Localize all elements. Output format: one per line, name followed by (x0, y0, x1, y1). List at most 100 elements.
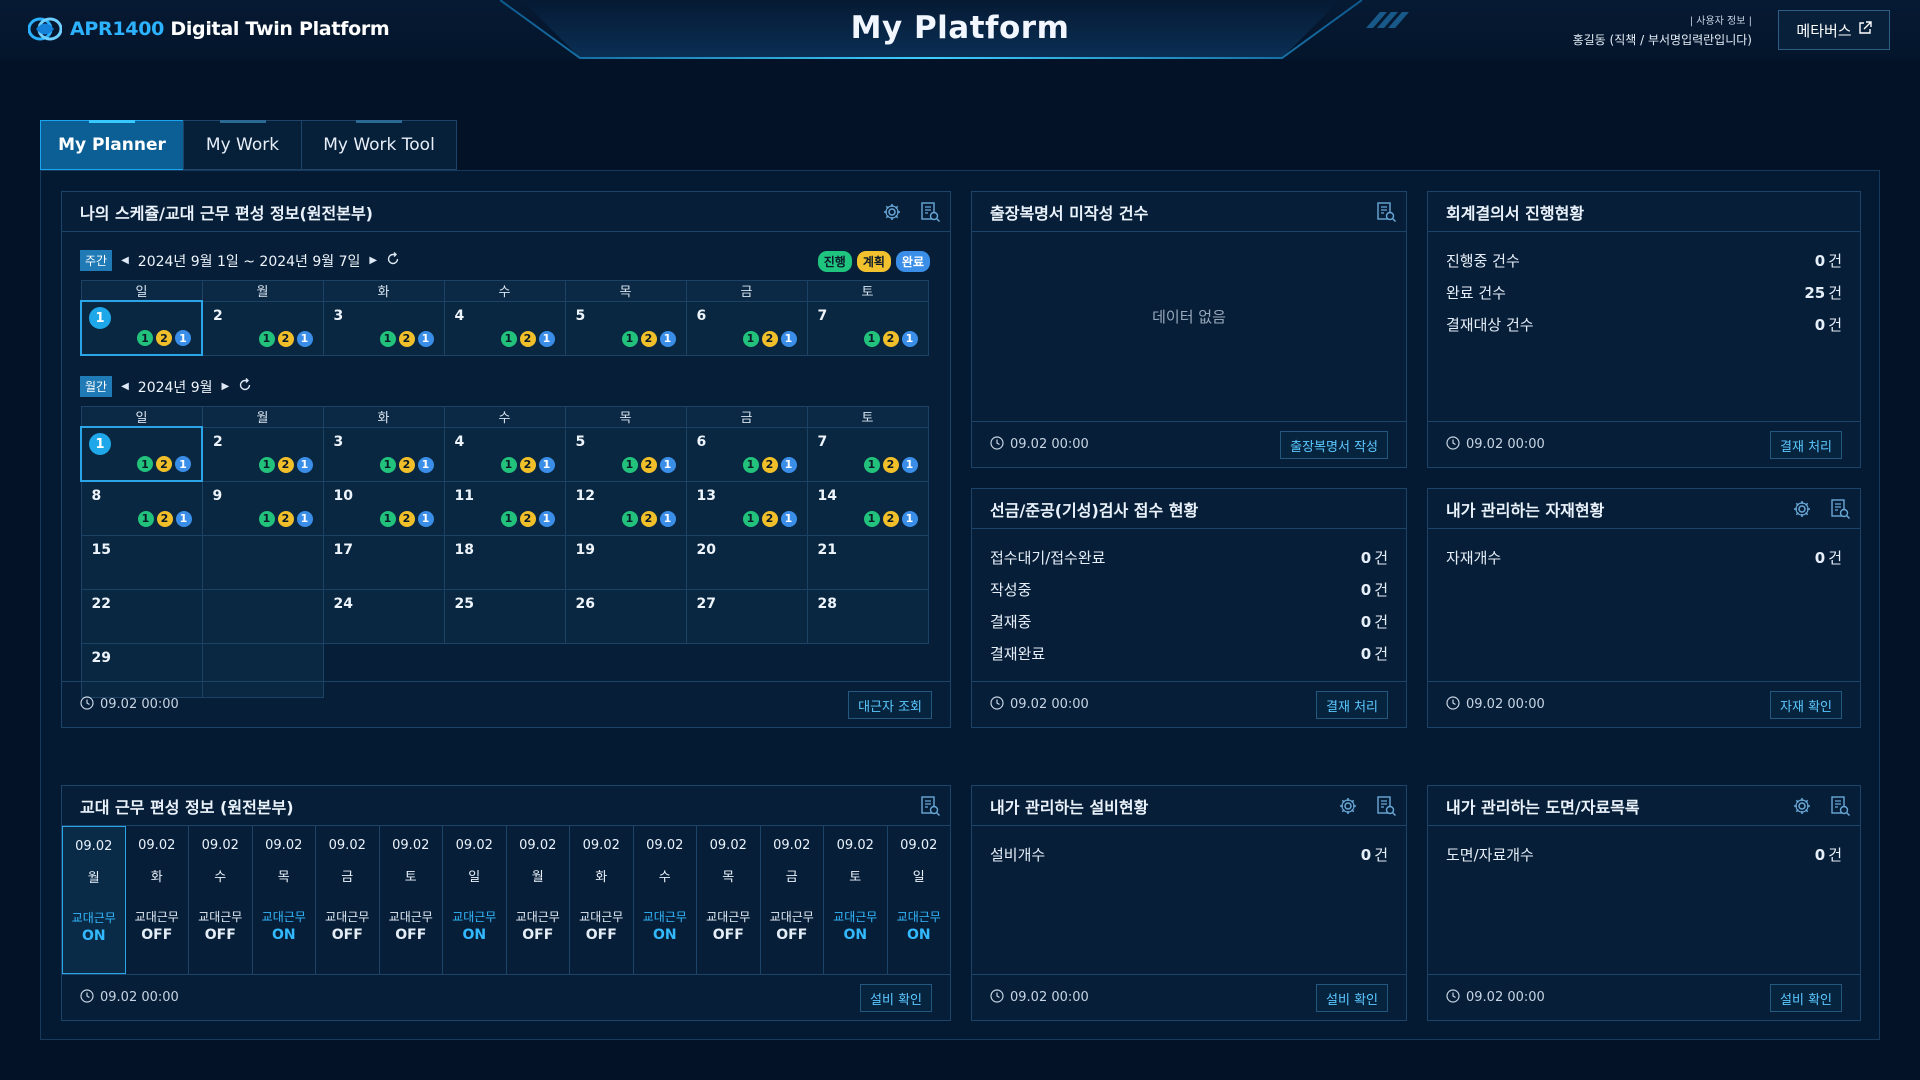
tab-my-planner[interactable]: My Planner (40, 120, 184, 170)
task-count-badge[interactable]: 2 (761, 456, 778, 473)
settings-gear-icon[interactable] (880, 200, 904, 224)
document-search-icon[interactable] (918, 794, 942, 818)
weekly-prev-arrow-icon[interactable]: ◀ (121, 255, 129, 266)
task-count-badge[interactable]: 2 (398, 510, 415, 527)
document-search-icon[interactable] (1374, 200, 1398, 224)
calendar-day-cell[interactable]: 17 (322, 534, 445, 590)
equipment-check-button[interactable]: 설비 확인 (1316, 984, 1388, 1012)
monthly-refresh-icon[interactable] (238, 377, 252, 396)
task-count-badge[interactable]: 2 (277, 456, 294, 473)
shift-check-button[interactable]: 설비 확인 (860, 984, 932, 1012)
calendar-day-cell[interactable]: 3 121 (322, 426, 445, 482)
shift-day-column[interactable]: 09.02 화 교대근무 OFF (570, 826, 634, 974)
shift-day-column[interactable]: 09.02 토 교대근무 OFF (380, 826, 443, 974)
substitute-lookup-button[interactable]: 대근자 조회 (848, 691, 932, 719)
task-count-badge[interactable]: 1 (379, 456, 396, 473)
task-count-badge[interactable]: 1 (137, 330, 153, 346)
task-count-badge[interactable]: 2 (277, 330, 294, 347)
task-count-badge[interactable]: 1 (863, 330, 880, 347)
task-count-badge[interactable]: 2 (882, 456, 899, 473)
task-count-badge[interactable]: 2 (882, 330, 899, 347)
calendar-day-cell[interactable]: 14 1 2 1 (806, 480, 929, 536)
task-count-badge[interactable]: 2 (398, 330, 415, 347)
document-search-icon[interactable] (918, 200, 942, 224)
shift-day-column[interactable]: 09.02 수 교대근무 ON (634, 826, 697, 974)
task-count-badge[interactable]: 1 (379, 510, 396, 527)
task-count-badge[interactable]: 1 (175, 510, 192, 527)
calendar-day-cell[interactable]: 4 121 (443, 300, 566, 356)
task-count-badge[interactable]: 1 (538, 330, 555, 347)
task-count-badge[interactable]: 2 (640, 510, 657, 527)
task-count-badge[interactable]: 1 (175, 330, 191, 346)
task-count-badge[interactable]: 1 (742, 330, 759, 347)
calendar-day-cell[interactable]: 2121 (201, 300, 324, 356)
shift-day-column[interactable]: 09.02 월 교대근무 ON (62, 826, 126, 974)
task-count-badge[interactable]: 1 (417, 456, 434, 473)
tab-my-work-tool[interactable]: My Work Tool (301, 120, 457, 170)
task-count-badge[interactable]: 1 (742, 510, 759, 527)
calendar-day-cell[interactable]: 3 121 (322, 300, 445, 356)
calendar-day-cell[interactable]: 20 (685, 534, 808, 590)
task-count-badge[interactable]: 1 (258, 510, 275, 527)
calendar-day-cell[interactable]: 26 (564, 588, 687, 644)
task-count-badge[interactable]: 1 (137, 510, 154, 527)
task-count-badge[interactable]: 1 (500, 510, 517, 527)
calendar-day-cell[interactable]: 11 1 2 1 (443, 480, 566, 536)
task-count-badge[interactable]: 2 (519, 456, 536, 473)
task-count-badge[interactable]: 1 (258, 456, 275, 473)
metaverse-button[interactable]: 메타버스 (1778, 10, 1890, 50)
task-count-badge[interactable]: 2 (519, 330, 536, 347)
write-trip-report-button[interactable]: 출장복명서 작성 (1280, 431, 1388, 459)
task-count-badge[interactable]: 2 (277, 510, 294, 527)
settings-gear-icon[interactable] (1790, 497, 1814, 521)
calendar-day-cell[interactable]: 6 121 (685, 426, 808, 482)
calendar-day-cell[interactable]: 24 (322, 588, 445, 644)
calendar-day-cell[interactable]: 12 1 2 1 (564, 480, 687, 536)
task-count-badge[interactable]: 1 (901, 510, 918, 527)
task-count-badge[interactable]: 1 (296, 330, 313, 347)
task-count-badge[interactable]: 2 (640, 330, 657, 347)
shift-day-column[interactable]: 09.02 화 교대근무 OFF (126, 826, 189, 974)
app-logo[interactable]: APR1400 Digital Twin Platform (27, 16, 390, 42)
task-count-badge[interactable]: 1 (538, 510, 555, 527)
task-count-badge[interactable]: 1 (621, 510, 638, 527)
task-count-badge[interactable]: 1 (417, 330, 434, 347)
task-count-badge[interactable]: 1 (780, 456, 797, 473)
task-count-badge[interactable]: 1 (659, 510, 676, 527)
task-count-badge[interactable]: 1 (659, 456, 676, 473)
task-count-badge[interactable]: 1 (621, 330, 638, 347)
task-count-badge[interactable]: 1 (621, 456, 638, 473)
task-count-badge[interactable]: 2 (761, 330, 778, 347)
task-count-badge[interactable]: 1 (500, 456, 517, 473)
shift-day-column[interactable]: 09.02 월 교대근무 OFF (507, 826, 570, 974)
task-count-badge[interactable]: 1 (175, 456, 191, 472)
shift-day-column[interactable]: 09.02 수 교대근무 OFF (189, 826, 253, 974)
calendar-day-cell[interactable]: 19 (564, 534, 687, 590)
shift-day-column[interactable]: 09.02 목 교대근무 ON (253, 826, 316, 974)
calendar-day-cell[interactable]: 2121 (201, 426, 324, 482)
task-count-badge[interactable]: 2 (156, 510, 173, 527)
task-count-badge[interactable]: 1 (780, 510, 797, 527)
materials-check-button[interactable]: 자재 확인 (1770, 691, 1842, 719)
task-count-badge[interactable]: 1 (500, 330, 517, 347)
task-count-badge[interactable]: 1 (742, 456, 759, 473)
shift-day-column[interactable]: 09.02 일 교대근무 ON (888, 826, 951, 974)
task-count-badge[interactable]: 1 (901, 456, 918, 473)
calendar-day-cell[interactable]: 5 121 (564, 426, 687, 482)
shift-day-column[interactable]: 09.02 금 교대근무 OFF (316, 826, 380, 974)
calendar-day-cell[interactable]: 1121 (80, 300, 203, 356)
calendar-day-cell[interactable]: 9 121 (201, 480, 324, 536)
weekly-next-arrow-icon[interactable]: ▶ (369, 255, 377, 266)
calendar-day-cell[interactable]: 4 121 (443, 426, 566, 482)
calendar-day-cell[interactable]: 15 (80, 534, 203, 590)
calendar-day-cell[interactable]: 10 1 2 1 (322, 480, 445, 536)
task-count-badge[interactable]: 2 (882, 510, 899, 527)
monthly-next-arrow-icon[interactable]: ▶ (222, 381, 230, 392)
calendar-day-cell[interactable]: 21 (806, 534, 929, 590)
task-count-badge[interactable]: 1 (863, 456, 880, 473)
calendar-day-cell[interactable]: 7 121 (806, 300, 929, 356)
settings-gear-icon[interactable] (1336, 794, 1360, 818)
calendar-day-cell[interactable]: 1121 (80, 426, 203, 482)
task-count-badge[interactable]: 1 (863, 510, 880, 527)
calendar-day-cell[interactable]: 25 (443, 588, 566, 644)
